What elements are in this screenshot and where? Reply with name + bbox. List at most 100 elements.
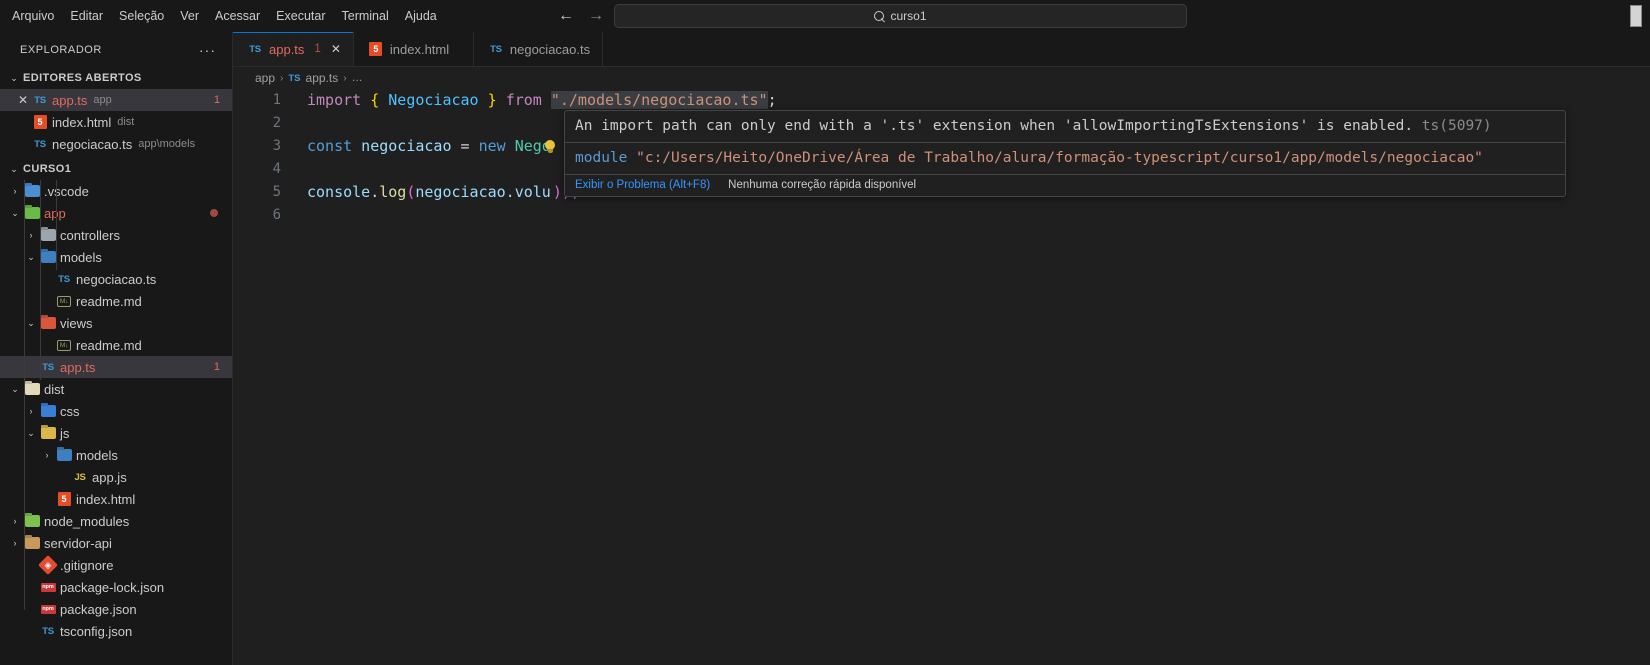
hover-module-row: module "c:/Users/Heito/OneDrive/Área de … [565,143,1565,174]
chevron-down-icon[interactable]: ⌄ [8,207,22,219]
folder-glyph [40,251,56,263]
section-project-curso1[interactable]: ⌄ CURSO1 [0,158,232,180]
tree-item-servidor-api[interactable]: › servidor-api [0,532,232,554]
tree-item-index-html[interactable]: 5 index.html [0,488,232,510]
html-icon: 5 [368,41,384,57]
open-editor-path: dist [117,116,135,128]
tree-item-controllers[interactable]: › controllers [0,224,232,246]
tree-item-models[interactable]: ⌄ models [0,246,232,268]
tree-item-app-ts[interactable]: TS app.ts 1 [0,356,232,378]
tree-item-node-modules[interactable]: › node_modules [0,510,232,532]
tree-item-package-json[interactable]: npm package.json [0,598,232,620]
tab-label: negociacao.ts [509,41,591,57]
breadcrumb-folder[interactable]: app [255,71,275,85]
open-editor-app-ts[interactable]: ✕ TS app.ts app 1 [0,89,232,111]
typescript-icon: TS [490,43,502,55]
chevron-right-icon[interactable]: › [40,449,54,461]
import-path-string[interactable]: "./models/negociacao.ts" [550,91,768,109]
tree-item-label: app.ts [60,359,96,375]
tree-item-vscode[interactable]: › .vscode [0,180,232,202]
chevron-down-icon[interactable]: ⌄ [8,383,22,395]
tree-item-js[interactable]: ⌄ js [0,422,232,444]
folder-glyph [40,317,56,329]
kw-new: new [478,137,506,155]
typescript-icon: TS [42,361,54,373]
tab-app-ts[interactable]: TS app.ts 1 ✕ [233,32,354,66]
tree-item-readme-md[interactable]: M↓ readme.md [0,290,232,312]
command-center[interactable]: curso1 [614,4,1187,28]
explorer-more-icon[interactable]: ··· [199,43,216,57]
chevron-right-icon[interactable]: › [24,229,38,241]
chevron-right-icon[interactable]: › [8,185,22,197]
menu-ver[interactable]: Ver [172,5,207,27]
tree-item-label: views [60,315,93,331]
section-project-label: CURSO1 [23,163,72,175]
breadcrumb-file[interactable]: app.ts [306,71,339,85]
close-icon[interactable]: ✕ [16,94,30,106]
tree-item-package-lock-json[interactable]: npm package-lock.json [0,576,232,598]
html-icon: 5 [56,491,72,507]
tab-index-html[interactable]: 5 index.html [353,32,474,66]
folder-icon [24,513,40,529]
forward-arrow-icon[interactable]: → [588,8,604,24]
line-number: 1 [272,92,281,108]
tree-item-dist[interactable]: ⌄ dist [0,378,232,400]
back-arrow-icon[interactable]: ← [558,8,574,24]
markdown-glyph: M↓ [57,295,71,307]
tree-item-negociacao-ts[interactable]: TS negociacao.ts [0,268,232,290]
menu-selecao[interactable]: Seleção [111,5,172,27]
hover-message: An import path can only end with a '.ts'… [575,118,1414,134]
line-number: 4 [272,161,281,177]
menu-executar[interactable]: Executar [268,5,333,27]
chevron-down-icon[interactable]: ⌄ [24,251,38,263]
explorer-header: EXPLORADOR ··· [0,32,232,67]
menu-arquivo[interactable]: Arquivo [4,5,62,27]
title-bar: Arquivo Editar Seleção Ver Acessar Execu… [0,0,1650,32]
chevron-down-icon[interactable]: ⌄ [24,317,38,329]
line-number: 6 [272,207,281,223]
chevron-down-icon: ⌄ [10,72,18,83]
tree-item-tsconfig-json[interactable]: TS tsconfig.json [0,620,232,642]
tree-item-app-js[interactable]: JS app.js [0,466,232,488]
open-editor-negociacao-ts[interactable]: TS negociacao.ts app\models [0,133,232,155]
window-control[interactable] [1630,5,1642,27]
chevron-right-icon[interactable]: › [8,537,22,549]
menu-editar[interactable]: Editar [62,5,111,27]
chevron-right-icon[interactable]: › [8,515,22,527]
show-problem-link[interactable]: Exibir o Problema (Alt+F8) [575,179,710,191]
open-editor-label: app.ts [52,92,88,108]
typescript-icon: TS [34,138,46,150]
folder-glyph [24,185,40,197]
folder-glyph [24,207,40,219]
tree-item-readme-md[interactable]: M↓ readme.md [0,334,232,356]
lightbulb-icon[interactable] [544,140,556,154]
folder-icon [24,205,40,221]
typescript-icon: TS [34,94,46,106]
menu-acessar[interactable]: Acessar [207,5,268,27]
open-editor-index-html[interactable]: 5 index.html dist [0,111,232,133]
tree-item-label: negociacao.ts [76,271,157,287]
menu-terminal[interactable]: Terminal [334,5,397,27]
tab-negociacao-ts[interactable]: TS negociacao.ts [473,32,604,66]
search-icon [874,10,885,22]
menu-ajuda[interactable]: Ajuda [397,5,445,27]
section-open-editors[interactable]: ⌄ EDITORES ABERTOS [0,67,232,89]
dot: . [370,183,380,201]
no-quickfix-label: Nenhuma correção rápida disponível [728,179,917,191]
tree-item-label: css [60,403,80,419]
code-text: const negociacao = new Nego [281,135,551,158]
tree-item-label: node_modules [44,513,130,529]
bulb-base [547,149,553,153]
tree-item-views[interactable]: ⌄ views [0,312,232,334]
chevron-right-icon[interactable]: › [24,405,38,417]
chevron-down-icon[interactable]: ⌄ [24,427,38,439]
tree-item-app[interactable]: ⌄ app [0,202,232,224]
tree-item-models[interactable]: › models [0,444,232,466]
tree-item-css[interactable]: › css [0,400,232,422]
tree-item-label: dist [44,381,65,397]
breadcrumb-ellipsis[interactable]: … [352,72,363,84]
line-number: 3 [272,138,281,154]
modified-indicator [210,209,218,217]
tree-item-gitignore[interactable]: ◈ .gitignore [0,554,232,576]
close-icon[interactable]: ✕ [331,43,341,55]
